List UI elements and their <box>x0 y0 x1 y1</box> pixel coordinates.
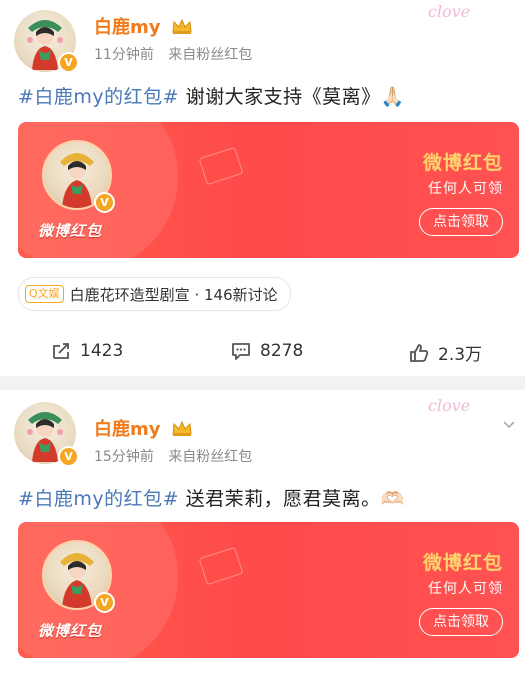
post-content: #白鹿my的红包# 谢谢大家支持《莫离》🙏🏻 <box>18 82 405 109</box>
repost-button[interactable]: 1423 <box>50 340 123 362</box>
post-time: 11分钟前 <box>94 47 154 63</box>
post-source[interactable]: 来自粉丝红包 <box>168 47 252 63</box>
hashtag-link[interactable]: #白鹿my的红包# <box>18 488 179 510</box>
topic-text: 白鹿花环造型剧宣 · 146新讨论 <box>69 285 278 304</box>
envelope-icon <box>198 146 244 186</box>
red-packet-subtitle: 任何人可领 <box>428 581 503 597</box>
red-packet-card[interactable]: V 微博红包 微博红包 任何人可领 点击领取 <box>18 122 519 258</box>
post-text: 送君茉莉，愿君莫离。🫶🏻 <box>179 488 405 510</box>
crown-icon <box>172 420 192 436</box>
crown-icon <box>172 18 192 34</box>
red-packet-label: 微博红包 <box>38 222 103 240</box>
user-name[interactable]: 白鹿my <box>94 415 193 441</box>
verified-badge-icon: V <box>94 592 115 613</box>
repost-count: 1423 <box>80 341 124 361</box>
user-name-text: 白鹿my <box>94 17 161 38</box>
verified-badge-icon: V <box>58 52 79 73</box>
weibo-post: V 白鹿my 15分钟前 来自粉丝红包 clove #白鹿my的红包# 送君茉莉… <box>0 390 525 674</box>
red-packet-subtitle: 任何人可领 <box>428 181 503 197</box>
envelope-icon <box>198 546 244 586</box>
comment-button[interactable]: 8278 <box>230 340 303 362</box>
chevron-down-icon[interactable] <box>503 418 515 430</box>
thumbs-up-icon <box>410 343 429 362</box>
post-source[interactable]: 来自粉丝红包 <box>168 449 252 465</box>
claim-button[interactable]: 点击领取 <box>419 608 503 636</box>
red-packet-card[interactable]: V 微博红包 微博红包 任何人可领 点击领取 <box>18 522 519 658</box>
verified-badge-icon: V <box>94 192 115 213</box>
claim-button[interactable]: 点击领取 <box>419 208 503 236</box>
like-button[interactable]: 2.3万 <box>408 340 482 365</box>
user-name-text: 白鹿my <box>94 419 161 440</box>
post-meta: 11分钟前 来自粉丝红包 <box>94 44 262 64</box>
post-meta: 15分钟前 来自粉丝红包 <box>94 446 262 466</box>
user-name[interactable]: 白鹿my <box>94 13 193 39</box>
post-time: 15分钟前 <box>94 449 154 465</box>
post-divider <box>0 376 525 390</box>
topic-badge: Q文娱 <box>25 285 64 303</box>
red-packet-label: 微博红包 <box>38 622 103 640</box>
verified-badge-icon: V <box>58 446 79 467</box>
red-packet-title: 微博红包 <box>422 552 503 574</box>
hashtag-link[interactable]: #白鹿my的红包# <box>18 86 179 108</box>
watermark-decoration: clove <box>428 396 471 415</box>
repost-icon <box>53 343 69 359</box>
watermark-decoration: clove <box>428 2 471 21</box>
weibo-post: V 白鹿my 11分钟前 来自粉丝红包 clove #白鹿my的红包# 谢谢大家… <box>0 0 525 376</box>
comment-count: 8278 <box>260 341 304 361</box>
like-count: 2.3万 <box>438 345 483 365</box>
post-text: 谢谢大家支持《莫离》🙏🏻 <box>179 86 405 108</box>
comment-icon <box>232 343 250 360</box>
post-content: #白鹿my的红包# 送君茉莉，愿君莫离。🫶🏻 <box>18 484 405 511</box>
action-bar: 1423 8278 2.3万 <box>0 340 525 365</box>
topic-chip[interactable]: Q文娱 白鹿花环造型剧宣 · 146新讨论 <box>18 277 291 311</box>
red-packet-title: 微博红包 <box>422 152 503 174</box>
